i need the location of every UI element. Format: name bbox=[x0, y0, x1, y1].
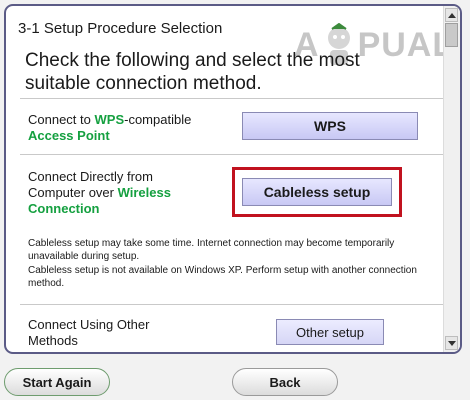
scrollbar-thumb[interactable] bbox=[445, 23, 458, 47]
scroll-up-arrow-icon[interactable] bbox=[445, 8, 458, 22]
wps-highlight: WPS bbox=[94, 112, 125, 127]
cableless-label-line1: Connect Directly from bbox=[28, 169, 153, 184]
scroll-down-arrow-icon[interactable] bbox=[445, 336, 458, 350]
divider bbox=[20, 98, 446, 99]
access-point-highlight: Access Point bbox=[28, 128, 110, 143]
connection-highlight: Connection bbox=[28, 201, 100, 216]
other-option-label: Connect Using Other Methods bbox=[28, 317, 149, 349]
cableless-note-time: Cableless setup may take some time. Inte… bbox=[28, 238, 395, 262]
wps-option-label: Connect to WPS-compatible Access Point bbox=[28, 112, 191, 144]
cableless-label-line2: Computer over bbox=[28, 185, 118, 200]
start-again-button[interactable]: Start Again bbox=[4, 368, 110, 396]
wps-button[interactable]: WPS bbox=[242, 112, 418, 140]
cableless-option-label: Connect Directly from Computer over Wire… bbox=[28, 169, 171, 217]
divider bbox=[20, 154, 446, 155]
instruction-heading: Check the following and select the most … bbox=[25, 50, 360, 94]
step-title: 3-1 Setup Procedure Selection bbox=[18, 20, 223, 37]
back-button[interactable]: Back bbox=[232, 368, 338, 396]
other-label-line1: Connect Using Other bbox=[28, 317, 150, 332]
vertical-scrollbar[interactable] bbox=[443, 6, 460, 352]
wps-label-text: Connect to bbox=[28, 112, 95, 127]
other-label-line2: Methods bbox=[28, 333, 78, 348]
other-setup-button[interactable]: Other setup bbox=[276, 319, 384, 345]
cableless-setup-button[interactable]: Cableless setup bbox=[242, 178, 392, 206]
setup-panel: 3-1 Setup Procedure Selection A PUALS Ch… bbox=[4, 4, 462, 354]
wireless-highlight: Wireless bbox=[117, 185, 171, 200]
divider bbox=[20, 304, 446, 305]
wps-label-suffix: -compatible bbox=[124, 112, 192, 127]
cableless-note-xp: Cableless setup is not available on Wind… bbox=[28, 265, 417, 289]
